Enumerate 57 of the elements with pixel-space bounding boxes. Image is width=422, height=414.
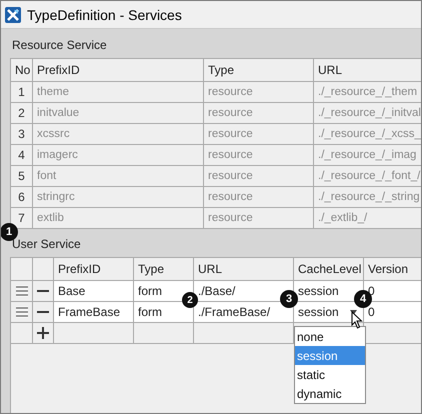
cache-level-value: session	[298, 284, 339, 298]
table-cell[interactable]: 0	[364, 302, 421, 322]
column-header: PrefixID	[33, 59, 203, 81]
menu-icon[interactable]	[16, 307, 28, 317]
column-header: URL	[194, 258, 293, 280]
window-title: TypeDefinition - Services	[27, 6, 182, 22]
table-cell[interactable]: session	[294, 302, 363, 322]
column-header: No	[11, 59, 32, 81]
table-cell: initvalue	[33, 103, 203, 123]
column-header: Version	[364, 258, 421, 280]
table-cell: ./_resource_/_xcss_	[314, 124, 421, 144]
dropdown-option[interactable]: session	[295, 346, 365, 365]
table-cell: resource	[204, 82, 313, 102]
dropdown-option[interactable]: dynamic	[295, 384, 365, 403]
column-header: CacheLevel	[294, 258, 363, 280]
column-header: URL	[314, 59, 421, 81]
table-cell: theme	[33, 82, 203, 102]
table-cell: ./_resource_/_imag	[314, 145, 421, 165]
app-logo-icon	[5, 6, 21, 22]
table-cell[interactable]: Base	[54, 281, 133, 301]
table-cell: ./_resource_/_font_/	[314, 166, 421, 186]
column-header: PrefixID	[54, 258, 133, 280]
row-number: 3	[11, 124, 32, 144]
column-header: Type	[134, 258, 193, 280]
table-cell: imagerc	[33, 145, 203, 165]
table-cell: resource	[204, 166, 313, 186]
table-cell: resource	[204, 208, 313, 228]
table-cell: ./_extlib_/	[314, 208, 421, 228]
table-cell: ./_resource_/_string	[314, 187, 421, 207]
callout-badge: 1	[1, 223, 18, 241]
row-number: 5	[11, 166, 32, 186]
table-cell	[134, 323, 193, 343]
column-header: Type	[204, 59, 313, 81]
table-cell: extlib	[33, 208, 203, 228]
section-title: Resource Service	[11, 37, 108, 54]
row-number: 7	[11, 208, 32, 228]
table-cell[interactable]: form	[134, 302, 193, 322]
table-cell: resource	[204, 187, 313, 207]
table-cell: resource	[204, 145, 313, 165]
dropdown-option[interactable]: none	[295, 327, 365, 346]
row-number: 6	[11, 187, 32, 207]
add-icon[interactable]	[37, 327, 49, 339]
cache-level-value: session	[298, 305, 339, 319]
table-cell: ./_resource_/_initval	[314, 103, 421, 123]
row-number: 1	[11, 82, 32, 102]
table-cell: xcssrc	[33, 124, 203, 144]
table-cell[interactable]: ./FrameBase/	[194, 302, 293, 322]
table-cell: ./_resource_/_them	[314, 82, 421, 102]
table-cell: font	[33, 166, 203, 186]
table-cell[interactable]: FrameBase	[54, 302, 133, 322]
table-cell: resource	[204, 124, 313, 144]
row-number: 4	[11, 145, 32, 165]
dropdown-option[interactable]: static	[295, 365, 365, 384]
table-cell: resource	[204, 103, 313, 123]
table-cell: stringrc	[33, 187, 203, 207]
menu-icon[interactable]	[16, 286, 28, 296]
row-number: 2	[11, 103, 32, 123]
